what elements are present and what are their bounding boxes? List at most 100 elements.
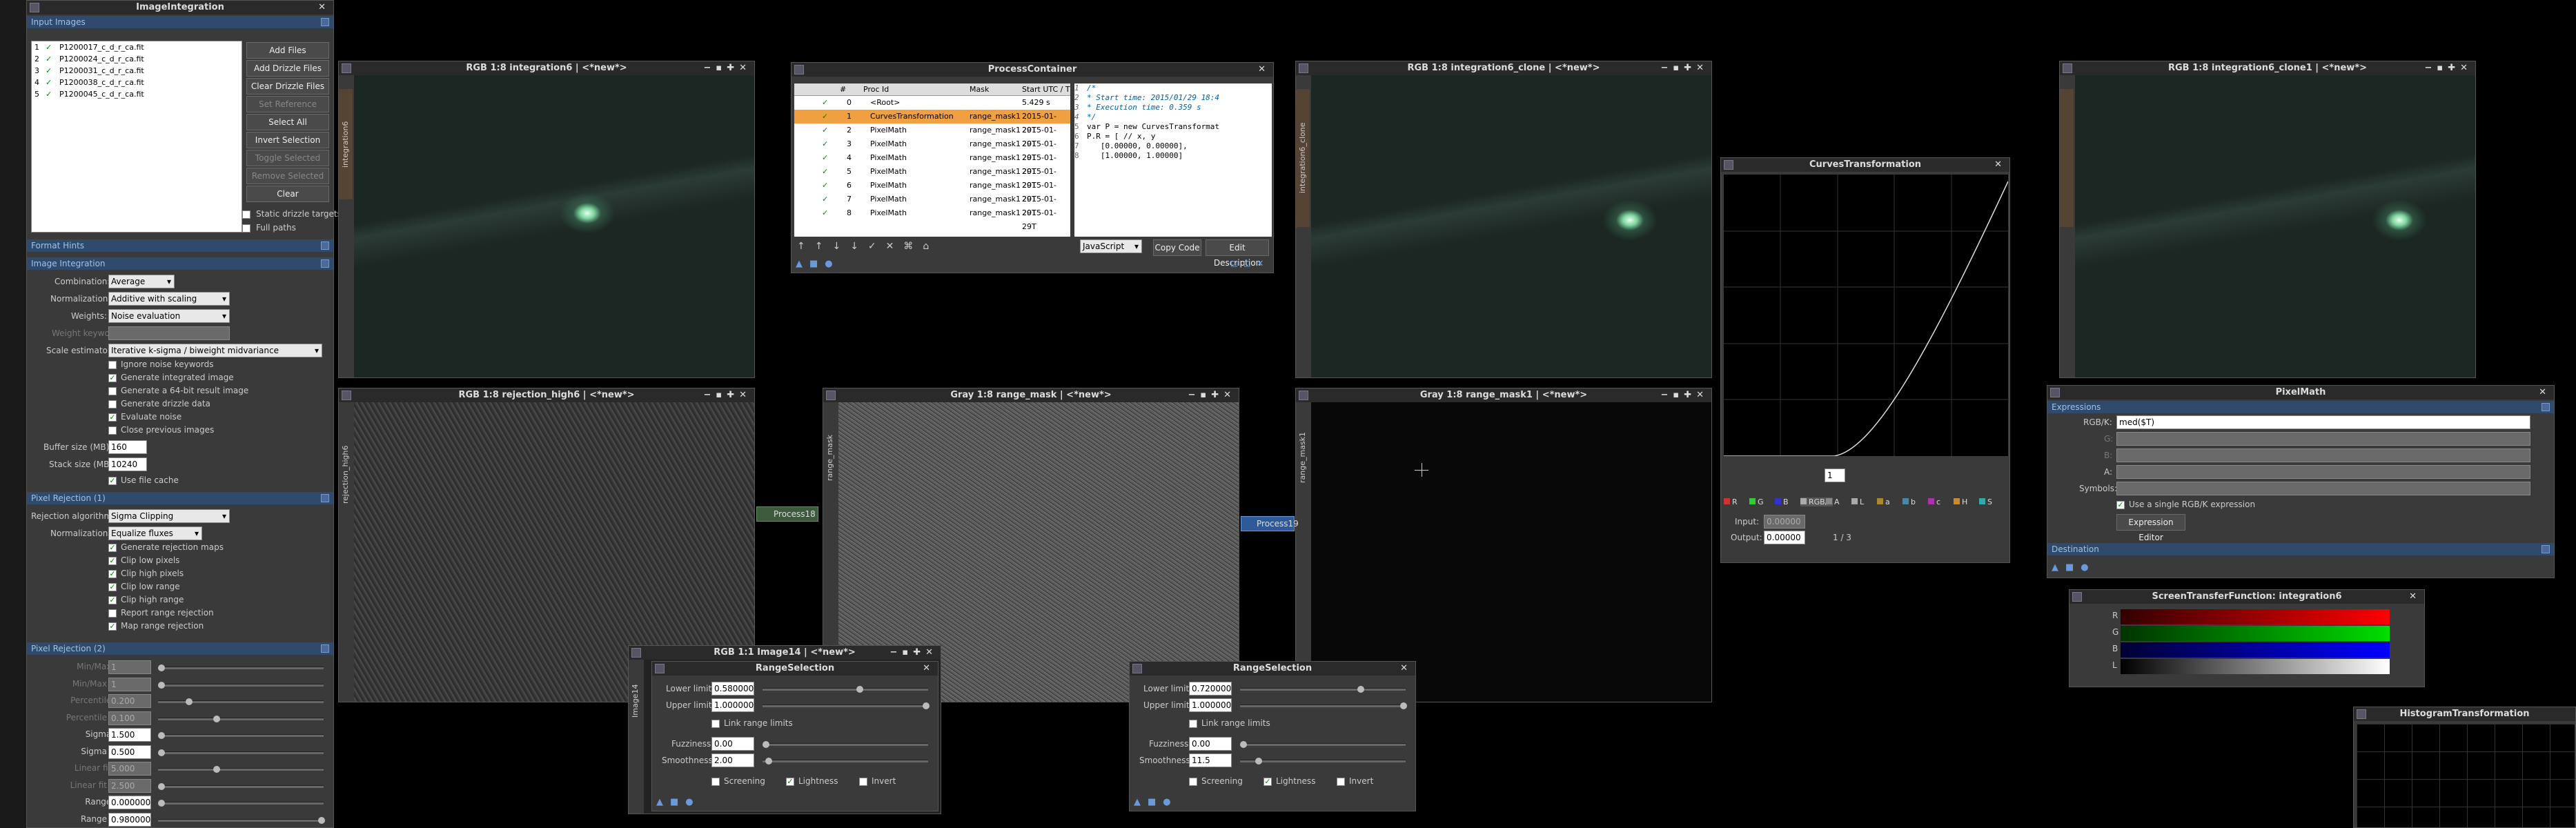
slider-knob[interactable] <box>1240 741 1247 748</box>
comet-clone-image[interactable] <box>1311 75 1711 377</box>
buffer-size-input[interactable]: 160 <box>108 440 147 454</box>
rejection-option-checkbox[interactable] <box>108 609 117 618</box>
expand-icon[interactable] <box>2541 545 2550 553</box>
upper-limit-input[interactable]: 1.000000 <box>1189 698 1232 712</box>
input-value[interactable]: 0.00000 <box>1764 515 1805 529</box>
link-range-checkbox[interactable] <box>711 720 720 728</box>
window-menu-icon[interactable] <box>2050 388 2060 397</box>
process-table[interactable]: # Proc Id Mask Start UTC / T ✓ 0 <Root> 5.429 … <box>794 83 1070 237</box>
pc-row[interactable]: ✓ 8 PixelMath range_mask1 2015-01-29T <box>794 206 1070 231</box>
range-mask1-image[interactable] <box>1311 402 1711 702</box>
slider-knob[interactable] <box>923 702 930 709</box>
ii-button-4[interactable]: Select All <box>246 114 329 130</box>
window-controls-icon[interactable]: −▪✚✕ <box>1661 61 1709 75</box>
check-icon[interactable]: ✓ <box>822 124 828 137</box>
close-icon[interactable]: ✕ <box>1400 662 1413 676</box>
window-menu-icon[interactable] <box>1132 664 1142 673</box>
image-window-integration6-clone1[interactable]: RGB 1:8 integration6_clone1 | <*new*> −▪✚… <box>2059 61 2476 378</box>
image-window-integration6-clone[interactable]: RGB 1:8 integration6_clone | <*new*> −▪✚✕… <box>1295 61 1712 378</box>
destination-header[interactable]: Destination <box>2047 543 2554 555</box>
input-images-section-header[interactable]: Input Images <box>27 16 333 28</box>
pc-row[interactable]: ✓ 4 PixelMath range_mask1 2015-01-29T <box>794 151 1070 176</box>
range-selection-titlebar[interactable]: RangeSelection ✕ <box>1130 662 1415 676</box>
combination-select[interactable]: Average <box>108 275 175 288</box>
channel-button-H[interactable]: H <box>1954 497 1967 506</box>
slider-knob[interactable] <box>1255 758 1262 765</box>
ii-button-2[interactable]: Clear Drizzle Files <box>246 78 329 95</box>
slider-knob[interactable] <box>158 681 165 689</box>
symbols-input[interactable] <box>2116 482 2530 495</box>
pr2-slider[interactable] <box>158 749 324 756</box>
pixelmath-titlebar[interactable]: PixelMath ✕ <box>2047 386 2554 400</box>
range-selection-titlebar[interactable]: RangeSelection ✕ <box>652 662 938 676</box>
code-view[interactable]: 1 /* 2 * Start time: 2015/01/29 18:4 3 * Exec… <box>1074 83 1272 237</box>
slider-knob[interactable] <box>158 749 165 756</box>
fuzziness-input[interactable]: 0.00 <box>1189 737 1232 751</box>
input-images-list[interactable]: 1 ✓ P1200017_c_d_r_ca.fit 2 ✓ P1200024_c_d_r_… <box>31 41 242 233</box>
comet-clone1-image[interactable] <box>2075 75 2475 377</box>
weights-select[interactable]: Noise evaluation <box>108 309 230 323</box>
window-menu-icon[interactable] <box>794 65 804 75</box>
pc-row[interactable]: ✓ 2 PixelMath range_mask1 2015-01-29T <box>794 124 1070 148</box>
lower-limit-slider[interactable] <box>763 686 928 693</box>
upper-limit-slider[interactable] <box>1240 702 1407 709</box>
image-window-titlebar[interactable]: RGB 1:8 integration6 | <*new*> −▪✚✕ <box>339 61 754 75</box>
stack-size-input[interactable]: 10240 <box>108 457 147 471</box>
image-window-titlebar[interactable]: Gray 1:8 range_mask | <*new*> −▪✚✕ <box>823 388 1239 402</box>
check-icon[interactable]: ✓ <box>822 110 828 124</box>
pr2-input[interactable]: 0.100 <box>108 711 151 725</box>
view-tab-clone1[interactable] <box>2060 89 2074 227</box>
pixelmath-bottom-icons[interactable]: ▲■● <box>2052 562 2096 573</box>
rgbk-expression[interactable]: med($T) <box>2116 415 2530 429</box>
window-menu-icon[interactable] <box>655 664 665 673</box>
lower-limit-input[interactable]: 0.580000 <box>711 682 754 696</box>
a-expression[interactable] <box>2116 465 2530 479</box>
rejection-option-checkbox[interactable]: ✓ <box>108 557 117 565</box>
pc-row[interactable]: ✓ 1 CurvesTransformation range_mask1 2015-01… <box>794 110 1070 135</box>
edit-description-button[interactable]: Edit Description <box>1206 239 1269 268</box>
pr2-input[interactable]: 2.500 <box>108 778 151 793</box>
image-window-titlebar[interactable]: RGB 1:8 integration6_clone1 | <*new*> −▪✚… <box>2060 61 2475 75</box>
close-icon[interactable]: ✕ <box>2409 590 2421 604</box>
pc-bottom-right-icons[interactable]: ◻◻✕ <box>1230 259 1269 269</box>
curves-titlebar[interactable]: CurvesTransformation ✕ <box>1721 158 2009 172</box>
pr2-input[interactable]: 1 <box>108 677 151 691</box>
expressions-header[interactable]: Expressions <box>2047 401 2554 413</box>
language-select[interactable]: JavaScript <box>1080 239 1142 253</box>
pr2-input[interactable]: 1 <box>108 660 151 674</box>
pr2-slider[interactable] <box>158 766 324 773</box>
rejection-option-checkbox[interactable]: ✓ <box>108 622 117 631</box>
window-controls-icon[interactable]: −▪✚✕ <box>704 61 752 75</box>
check-icon[interactable]: ✓ <box>822 206 828 220</box>
lightness-checkbox[interactable]: ✓ <box>786 778 794 786</box>
rejection-normalization-select[interactable]: Equalize fluxes <box>108 526 202 540</box>
window-controls-icon[interactable]: −▪✚✕ <box>890 646 938 660</box>
slider-knob[interactable] <box>1400 702 1407 709</box>
window-controls-icon[interactable]: −▪✚✕ <box>1188 388 1237 402</box>
comet-image[interactable] <box>354 75 754 377</box>
invert-checkbox[interactable] <box>1337 778 1345 786</box>
close-icon[interactable]: ✕ <box>2539 386 2551 400</box>
channel-button-a[interactable]: a <box>1877 497 1890 506</box>
rs2-bottom-icons[interactable]: ▲■● <box>1134 797 1178 807</box>
g-expression[interactable] <box>2116 432 2530 446</box>
ii-button-6[interactable]: Toggle Selected <box>246 150 329 166</box>
ii-button-1[interactable]: Add Drizzle Files <box>246 60 329 77</box>
slider-knob[interactable] <box>186 698 193 705</box>
channel-button-G[interactable]: G <box>1749 497 1764 506</box>
pr2-input[interactable]: 0.500 <box>108 745 151 759</box>
image-integration-titlebar[interactable]: ImageIntegration ✕ <box>27 1 333 14</box>
fuzziness-slider[interactable] <box>1240 741 1406 748</box>
smoothness-slider[interactable] <box>1240 758 1406 765</box>
pc-row[interactable]: ✓ 5 PixelMath range_mask1 2015-01-29T <box>794 165 1070 190</box>
rejection-option-checkbox[interactable]: ✓ <box>108 570 117 578</box>
window-menu-icon[interactable] <box>631 648 641 658</box>
process18-icon[interactable]: Process18 <box>756 506 818 522</box>
check-icon[interactable]: ✓ <box>822 193 828 206</box>
scale-estimator-select[interactable]: Iterative k-sigma / biweight midvariance <box>108 344 322 357</box>
window-menu-icon[interactable] <box>1299 63 1308 73</box>
smoothness-input[interactable]: 2.00 <box>711 753 754 767</box>
process-container-titlebar[interactable]: ProcessContainer ✕ <box>792 63 1273 77</box>
invert-checkbox[interactable] <box>859 778 867 786</box>
pc-toolbar-icons[interactable]: ↑↑↓↓✓✕⌘⌂ <box>797 241 938 252</box>
